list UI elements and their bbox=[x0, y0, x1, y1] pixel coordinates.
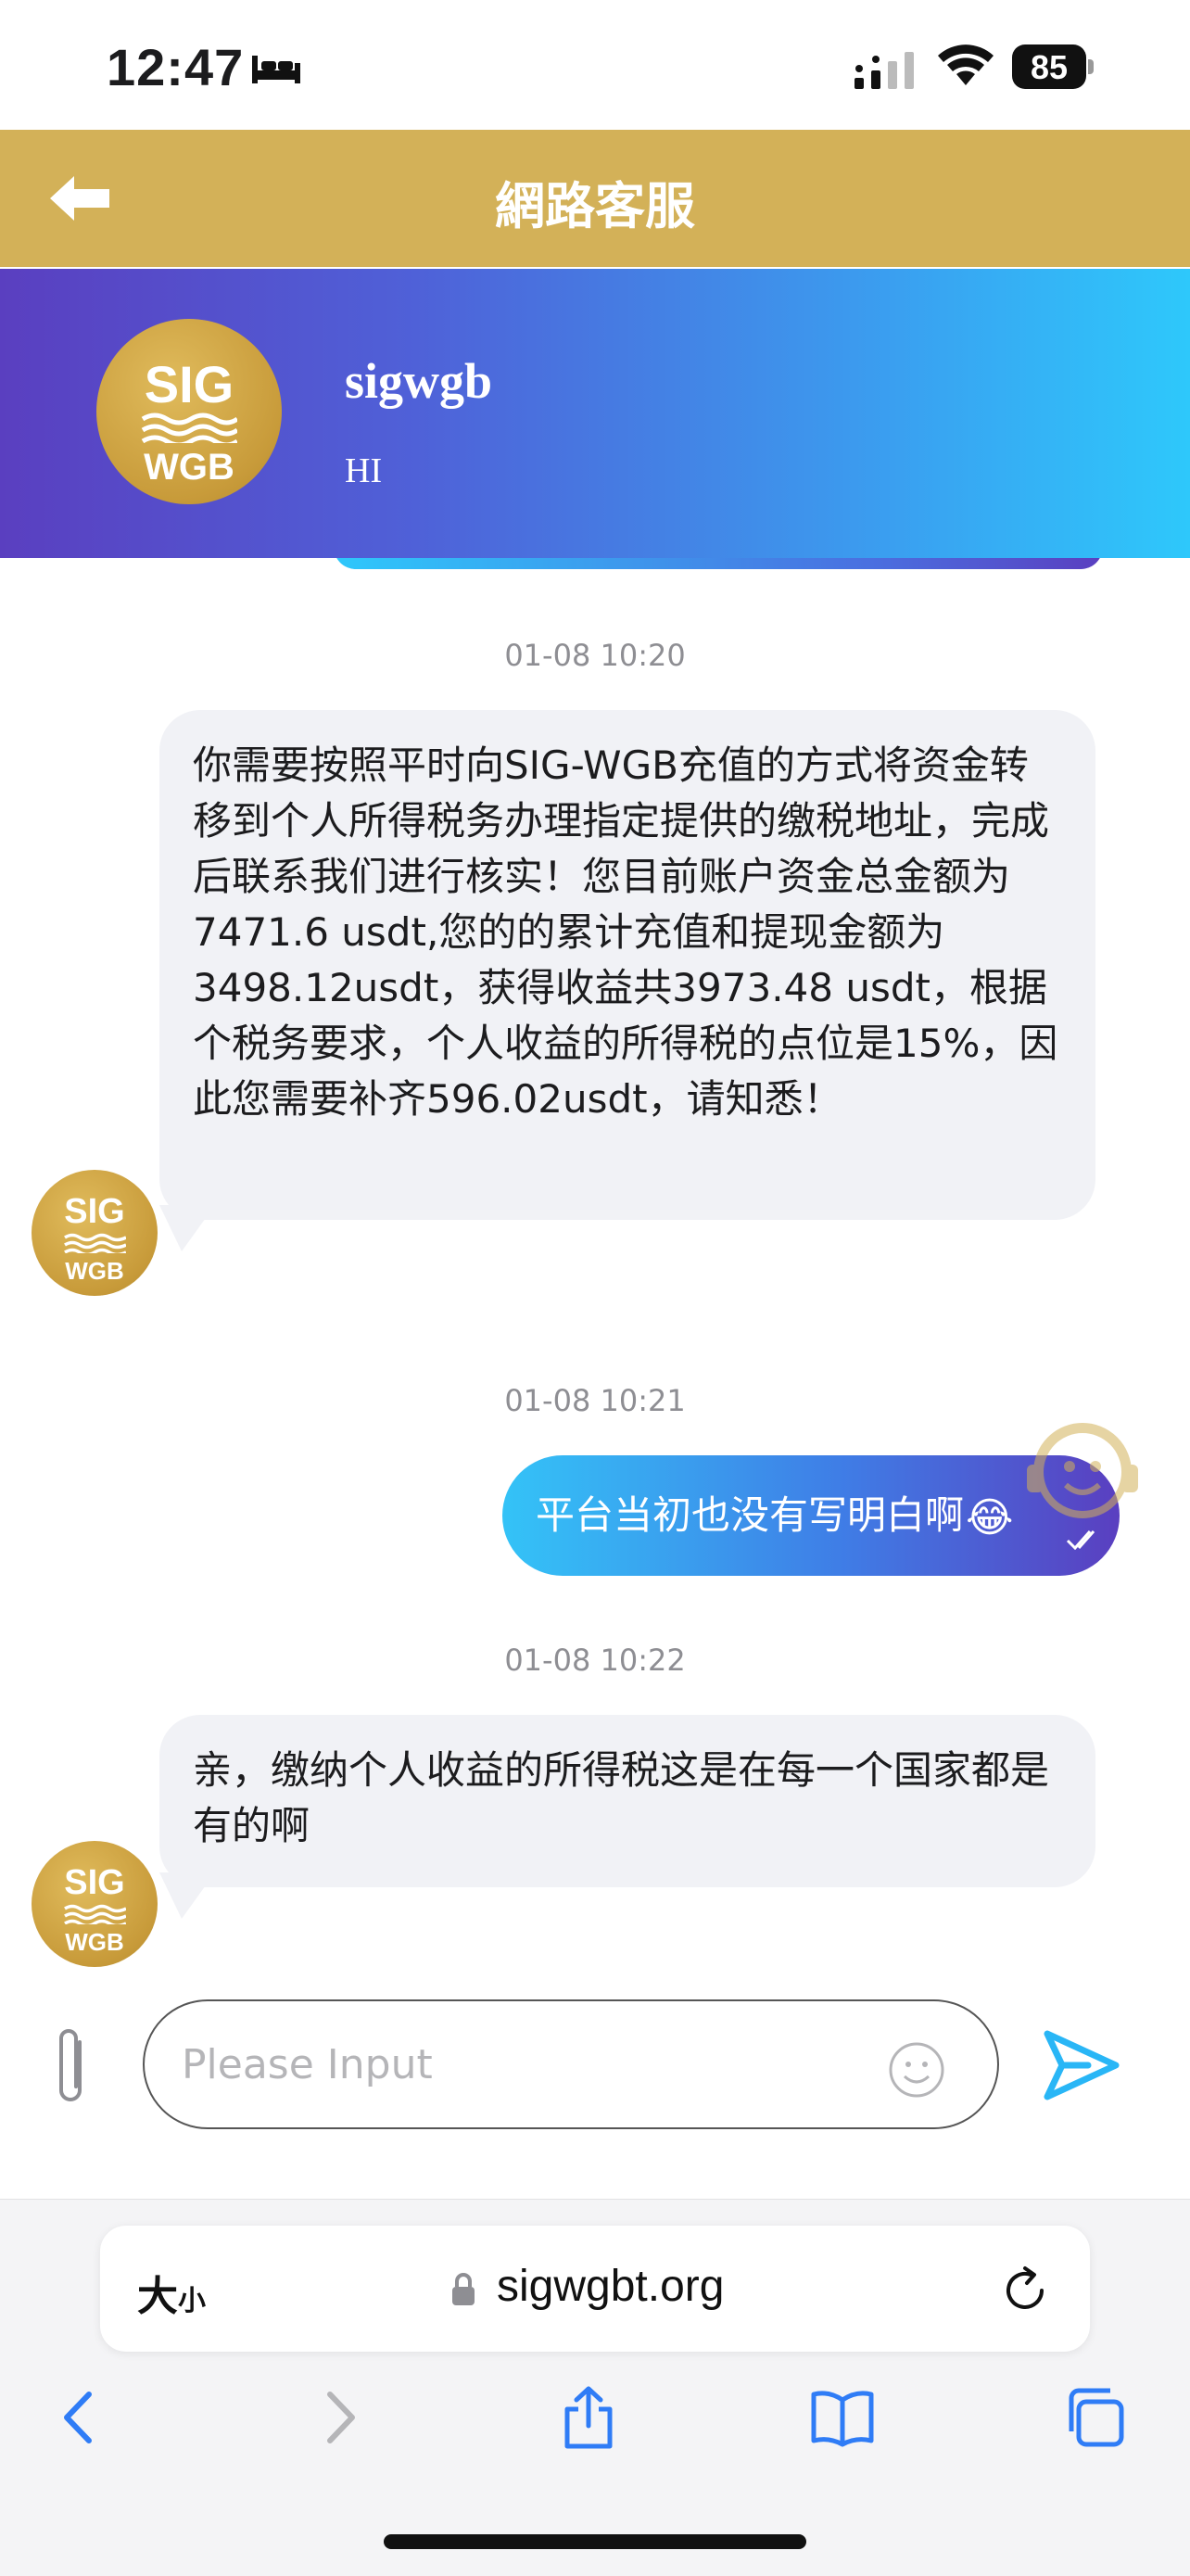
bookmarks-icon[interactable] bbox=[810, 2385, 875, 2450]
agent-profile-banner: SIG WGB sigwgb HI bbox=[0, 269, 1190, 558]
browser-toolbar: 大小 sigwgbt.org bbox=[0, 2199, 1190, 2576]
incoming-message: 你需要按照平时向SIG-WGB充值的方式将资金转移到个人所得税务办理指定提供的缴… bbox=[159, 710, 1095, 1220]
message-composer bbox=[0, 1974, 1190, 2197]
lock-icon bbox=[452, 2273, 475, 2305]
address-bar[interactable]: 大小 sigwgbt.org bbox=[100, 2226, 1090, 2352]
message-input[interactable] bbox=[143, 1999, 999, 2129]
nav-header: 網路客服 bbox=[0, 130, 1190, 267]
tabs-icon[interactable] bbox=[1062, 2385, 1127, 2450]
wave-icon bbox=[64, 1233, 126, 1253]
agent-chat-avatar: SIG WGB bbox=[32, 1841, 158, 1967]
reload-icon[interactable] bbox=[999, 2265, 1051, 2316]
status-bar: 12:47 85 bbox=[0, 0, 1190, 130]
laughing-emoji: 😂 bbox=[966, 1493, 1014, 1542]
message-timestamp: 01-08 10:20 bbox=[504, 638, 686, 673]
status-time: 12:47 bbox=[107, 38, 245, 96]
agent-name: sigwgb bbox=[345, 353, 493, 409]
incoming-message: 亲，缴纳个人收益的所得税这是在每一个国家都是有的啊 bbox=[159, 1715, 1095, 1887]
forward-chevron-icon[interactable] bbox=[306, 2385, 371, 2450]
paperclip-icon[interactable] bbox=[52, 2025, 93, 2109]
customer-service-float-icon[interactable] bbox=[1018, 1407, 1147, 1537]
wifi-icon bbox=[938, 44, 994, 85]
battery-indicator: 85 bbox=[1012, 44, 1094, 89]
wave-icon bbox=[64, 1904, 126, 1924]
back-chevron-icon[interactable] bbox=[48, 2385, 113, 2450]
message-timestamp: 01-08 10:21 bbox=[504, 1383, 686, 1418]
send-icon[interactable] bbox=[1042, 2028, 1120, 2102]
bubble-tail bbox=[159, 1205, 215, 1251]
battery-level: 85 bbox=[1030, 48, 1069, 86]
page-title: 網路客服 bbox=[495, 177, 695, 235]
agent-chat-avatar: SIG WGB bbox=[32, 1170, 158, 1296]
share-icon[interactable] bbox=[556, 2385, 621, 2450]
text-size-button[interactable]: 大小 bbox=[137, 2263, 206, 2322]
wave-icon bbox=[141, 412, 237, 443]
outgoing-message-text: 平台当初也没有写明白啊 bbox=[536, 1492, 965, 1538]
message-timestamp: 01-08 10:22 bbox=[504, 1643, 686, 1678]
cellular-signal-icon bbox=[855, 52, 914, 89]
home-indicator bbox=[384, 2534, 806, 2549]
emoji-picker-icon[interactable] bbox=[888, 2041, 945, 2099]
bubble-tail bbox=[159, 1872, 215, 1919]
agent-status: HI bbox=[345, 451, 383, 490]
agent-avatar: SIG WGB bbox=[96, 319, 282, 504]
url-text: sigwgbt.org bbox=[497, 2262, 725, 2311]
sleep-focus-icon bbox=[252, 56, 300, 83]
